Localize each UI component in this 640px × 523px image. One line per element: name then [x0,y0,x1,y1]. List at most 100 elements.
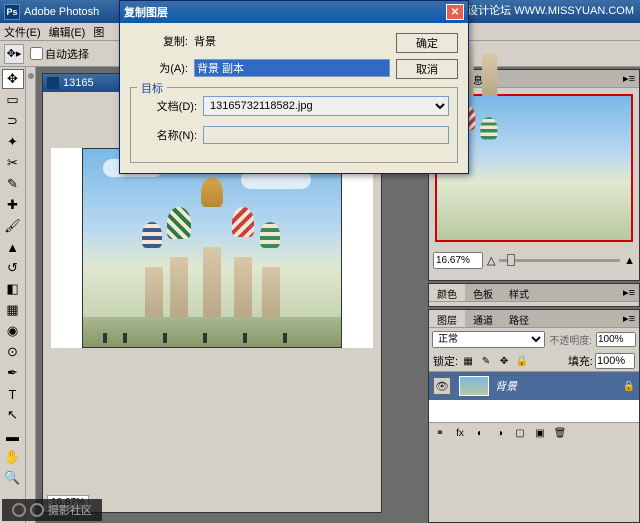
cathedral-shape [112,197,312,317]
fill-label: 填充: [568,353,593,369]
new-layer-icon[interactable]: ▣ [531,425,549,441]
layer-thumbnail[interactable] [459,376,489,396]
dome-shape [142,222,162,248]
link-icon[interactable]: ⚭ [431,425,449,441]
eyedropper-tool-icon[interactable]: ✎ [2,174,24,194]
name-label: 名称(N): [139,127,197,143]
tower-shape [145,267,163,317]
tab-swatches[interactable]: 色板 [465,284,501,301]
menu-file[interactable]: 文件(E) [4,24,41,40]
document-title: 13165 [63,77,94,89]
dome-shape [260,222,280,248]
nav-zoom-input[interactable] [433,252,483,269]
panel-menu-icon[interactable]: ▸≡ [619,284,639,301]
logo-circle-icon [30,503,44,517]
color-panel: 颜色 色板 样式 ▸≡ [428,283,640,307]
opacity-label: 不透明度: [549,332,592,347]
path-tool-icon[interactable]: ↖ [2,405,24,425]
duplicate-layer-dialog: 复制图层 ✕ 确定 取消 复制: 背景 为(A): 目标 文档(D): 1316… [119,0,469,174]
tab-color[interactable]: 颜色 [429,284,465,301]
lock-icon: 🔒 [623,381,635,392]
menu-edit[interactable]: 编辑(E) [49,24,86,40]
visibility-icon[interactable]: 👁 [433,377,451,395]
person-shape [123,333,127,343]
mask-icon[interactable]: ◐ [471,425,489,441]
panel-menu-icon[interactable]: ▸≡ [619,70,639,87]
type-tool-icon[interactable]: T [2,384,24,404]
tab-styles[interactable]: 样式 [501,284,537,301]
opacity-input[interactable] [596,332,636,347]
target-fieldset: 目标 文档(D): 13165732118582.jpg 名称(N): [130,87,458,163]
lock-label: 锁定: [433,353,458,369]
auto-select-checkbox[interactable] [30,47,43,60]
tab-channels[interactable]: 通道 [465,310,501,327]
shape-tool-icon[interactable]: ▬ [2,426,24,446]
dot-icon [28,73,34,79]
pen-tool-icon[interactable]: ✒ [2,363,24,383]
stamp-tool-icon[interactable]: ▲ [2,237,24,257]
move-tool-icon[interactable]: ✥ [2,69,24,89]
tab-paths[interactable]: 路径 [501,310,537,327]
target-legend: 目标 [137,80,167,96]
dialog-title: 复制图层 [124,4,168,20]
lock-position-icon[interactable]: ✥ [496,353,512,369]
person-shape [243,333,247,343]
slider-thumb[interactable] [507,254,515,266]
layer-row[interactable]: 👁 背景 🔒 [429,372,639,400]
watermark-bottom: 摄影社区 [2,499,102,521]
menu-image[interactable]: 图 [93,24,104,40]
person-shape [163,333,167,343]
lock-all-icon[interactable]: 🔒 [514,353,530,369]
cancel-button[interactable]: 取消 [396,59,458,79]
as-input[interactable] [194,59,390,77]
eraser-tool-icon[interactable]: ◧ [2,279,24,299]
as-label: 为(A): [130,60,188,76]
close-icon[interactable]: ✕ [446,4,464,20]
layer-name[interactable]: 背景 [495,378,517,394]
layer-footer: ⚭ fx ◐ ◑ ▢ ▣ 🗑 [429,422,639,443]
toolbox: ✥ ▭ ⊃ ✦ ✂ ✎ ✚ 🖌 ▲ ↺ ◧ ▦ ◉ ⊙ ✒ T ↖ ▬ ✋ 🔍 [0,67,26,523]
dodge-tool-icon[interactable]: ⊙ [2,342,24,362]
marquee-tool-icon[interactable]: ▭ [2,90,24,110]
dome-shape [232,207,254,237]
lock-transparent-icon[interactable]: ▦ [460,353,476,369]
image-content [82,148,342,348]
healing-tool-icon[interactable]: ✚ [2,195,24,215]
watermark-top: 思缘设计论坛 WWW.MISSYUAN.COM [445,2,634,18]
zoom-slider[interactable] [499,259,620,262]
dialog-titlebar[interactable]: 复制图层 ✕ [120,1,468,23]
lock-paint-icon[interactable]: ✎ [478,353,494,369]
adjustment-icon[interactable]: ◑ [491,425,509,441]
tab-layers[interactable]: 图层 [429,310,465,327]
auto-select-label: 自动选择 [45,46,89,62]
ok-button[interactable]: 确定 [396,33,458,53]
brush-tool-icon[interactable]: 🖌 [2,216,24,236]
canvas[interactable] [51,148,373,348]
lasso-tool-icon[interactable]: ⊃ [2,111,24,131]
watermark-bottom-text: 摄影社区 [48,502,92,518]
tower-shape [234,257,252,317]
zoom-tool-icon[interactable]: 🔍 [2,468,24,488]
history-brush-icon[interactable]: ↺ [2,258,24,278]
gradient-tool-icon[interactable]: ▦ [2,300,24,320]
tower-shape [170,257,188,317]
panel-menu-icon[interactable]: ▸≡ [619,310,639,327]
wand-tool-icon[interactable]: ✦ [2,132,24,152]
zoom-out-icon[interactable]: △ [487,254,495,267]
notes-tool-icon[interactable]: ✋ [2,447,24,467]
name-input[interactable] [203,126,449,144]
doc-label: 文档(D): [139,98,197,114]
trash-icon[interactable]: 🗑 [551,425,569,441]
blend-mode-select[interactable]: 正常 [432,331,545,348]
fx-icon[interactable]: fx [451,425,469,441]
move-tool-icon[interactable]: ✥▸ [4,44,24,64]
dome-shape [167,207,191,239]
layer-list: 👁 背景 🔒 [429,372,639,422]
folder-icon[interactable]: ▢ [511,425,529,441]
blur-tool-icon[interactable]: ◉ [2,321,24,341]
ground-shape [83,317,341,347]
doc-select[interactable]: 13165732118582.jpg [203,96,449,116]
crop-tool-icon[interactable]: ✂ [2,153,24,173]
zoom-in-icon[interactable]: ▲ [624,255,635,267]
fill-input[interactable] [595,353,635,369]
